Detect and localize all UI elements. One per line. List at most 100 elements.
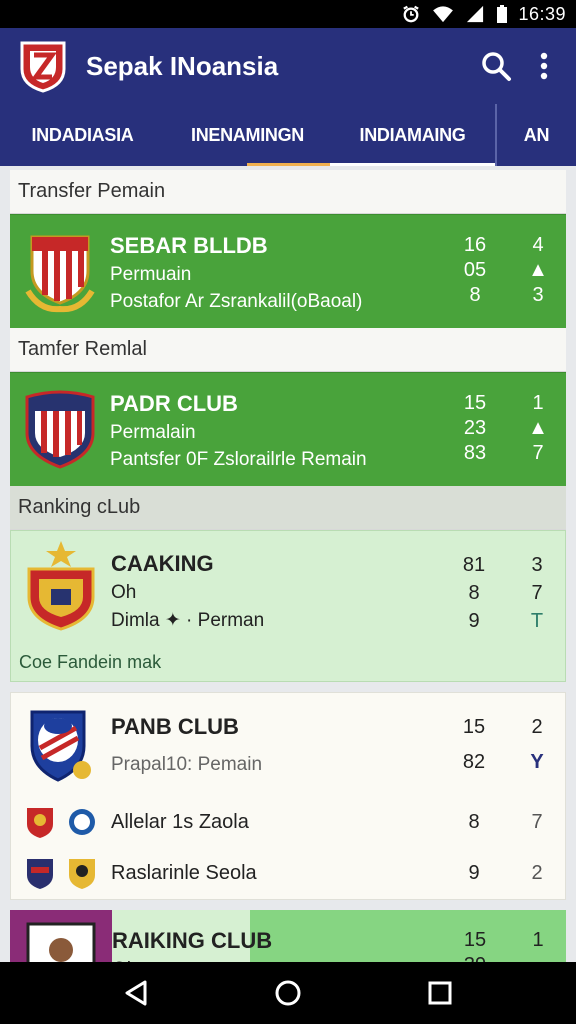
club-stats: 16 05 8 [440,215,510,328]
crest-icon [25,390,95,469]
rank-value: 7 [532,442,544,464]
clock: 16:39 [518,3,566,24]
list-item[interactable]: Allelar 1s Zaola 8 7 [11,797,565,847]
back-button[interactable] [116,973,156,1013]
tab-label: INDIAMAING [359,124,466,145]
crest-icon [69,859,95,889]
tab-label: INENAMINGN [191,124,304,145]
stat-value: 23 [463,417,487,439]
club-subtitle: Permalain [110,422,196,443]
content: Transfer Pemain SEBAR BLLDB Permuain Pos… [10,170,566,980]
section-header: Ranking cLub [10,486,566,530]
tab-bar: INDADIASIA INENAMINGN INDIAMAING AN [0,104,576,166]
section-header: Transfer Pemain [10,170,566,214]
status-bar: 16:39 [0,0,576,28]
crest-icon [25,235,95,312]
club-stats: 15 23 83 [440,373,510,486]
club-detail: Dimla ✦ · Perman [111,610,265,631]
stat-value: 15 [463,392,487,414]
tab-label: INDADIASIA [31,124,134,145]
rank-up-icon: ▲ [528,417,548,439]
home-button[interactable] [268,973,308,1013]
rank-value: 3 [532,284,544,306]
club-card[interactable]: PADR CLUB Permalain Pantsfer 0F Zslorail… [10,372,566,486]
rank-up-icon: ▲ [528,259,548,281]
club-crests [11,855,111,891]
home-icon [275,980,301,1006]
stat-value: 81 [462,554,486,576]
club-name: RAIKING CLUB [112,928,273,953]
rank-value: 1 [532,929,544,951]
tab-an[interactable]: AN [495,104,576,166]
crest-icon [27,859,53,889]
club-stats: 81 8 9 [439,531,509,681]
stat-value: 8 [469,284,481,306]
tab-indiamaing[interactable]: INDIAMAING [330,104,495,166]
app-bar: Sepak INoansia [0,28,576,104]
stat-value: 15 [463,929,487,951]
stat-value: 15 [462,716,486,738]
stat-value: 05 [463,259,487,281]
club-name: Raslarinle Seola [111,861,257,884]
list-item[interactable]: Raslarinle Seola 9 2 [11,847,565,899]
crest-icon [27,541,95,631]
stat-value: 83 [463,442,487,464]
club-crest [10,215,110,328]
stat-value: 9 [468,610,480,632]
rank-value: 2 [531,716,543,738]
club-name: SEBAR BLLDB [110,233,268,258]
search-icon [482,52,511,81]
rank-value: 1 [532,392,544,414]
club-crest [10,373,110,486]
rank-value: 7 [531,582,543,604]
card-footer: Coe Fandein mak [19,652,162,672]
club-ranks: 1 ▲ 7 [510,373,566,486]
club-name: Allelar 1s Zaola [111,810,249,833]
stat-value: 8 [468,582,480,604]
tab-label: AN [523,124,550,145]
club-detail: Pantsfer 0F Zslorailrle Remain [110,449,367,470]
more-vert-icon [540,52,548,80]
more-options-button[interactable] [520,42,568,90]
recents-button[interactable] [420,973,460,1013]
stat-value: 16 [463,234,487,256]
club-subtitle: Prapal10: Pemain [111,754,263,775]
recents-icon [428,981,452,1005]
crest-icon [69,809,95,835]
search-button[interactable] [472,42,520,90]
club-subtitle: Oh [111,582,137,603]
rank-value: 4 [532,234,544,256]
stat-value: 82 [462,751,486,773]
tab-inenamingn[interactable]: INENAMINGN [165,104,330,166]
club-card[interactable]: SEBAR BLLDB Permuain Postafor Ar Zsranka… [10,214,566,328]
club-detail: Postafor Ar Zsrankalil(oBaoal) [110,291,363,312]
app-logo [20,41,66,93]
tab-indicator-selected [330,163,495,166]
ranking-list-card: PANB CLUB Prapal10: Pemain 15 82 2 Y All… [10,692,566,900]
stat-value: 8 [468,810,480,833]
rank-value: 2 [531,861,543,884]
app-title: Sepak INoansia [86,50,279,81]
club-ranks: 4 ▲ 3 [510,215,566,328]
club-ranks: 3 7 T [509,531,565,681]
club-crests [11,804,111,840]
back-icon [125,980,147,1006]
rank-value: 7 [531,810,543,833]
battery-icon [497,5,508,23]
stat-value: 9 [468,861,480,884]
wifi-icon [433,6,454,23]
club-name: PANB CLUB [111,714,239,739]
rank-value: T [530,610,544,632]
signal-icon [467,5,484,23]
club-name: PADR CLUB [110,391,238,416]
club-name: CAAKING [111,551,214,576]
crest-icon [27,808,53,838]
crest-icon [30,710,91,782]
club-crest [11,706,111,784]
tab-indadiasia[interactable]: INDADIASIA [0,104,165,166]
club-subtitle: Permuain [110,264,192,285]
rank-value: 3 [531,554,543,576]
list-item[interactable]: PANB CLUB Prapal10: Pemain 15 82 2 Y [11,693,565,797]
ranking-card[interactable]: CAAKING Oh Dimla ✦ · Perman 81 8 9 3 7 T… [10,530,566,682]
tab-indicator [247,163,330,166]
